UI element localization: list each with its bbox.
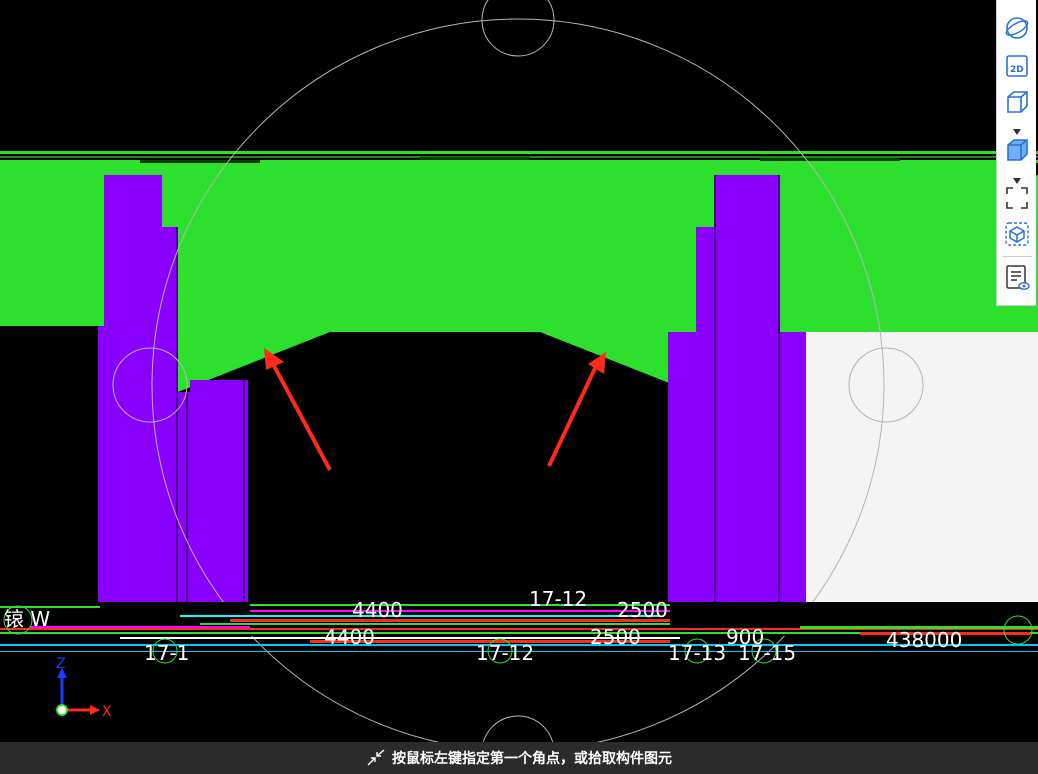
view-toolbar: 2D bbox=[996, 0, 1036, 306]
model-scene[interactable]: 4400 17-12 2500 4400 2500 900 438000 17-… bbox=[0, 0, 1038, 742]
svg-text:2D: 2D bbox=[1010, 65, 1024, 75]
cad-3d-viewport[interactable]: 4400 17-12 2500 4400 2500 900 438000 17-… bbox=[0, 0, 1038, 742]
dim-438000: 438000 bbox=[886, 628, 962, 652]
z-axis-label: Z bbox=[56, 656, 66, 672]
status-bar: 按鼠标左键指定第一个角点，或拾取构件图元 bbox=[0, 742, 1038, 774]
toolbar-separator bbox=[1002, 256, 1032, 257]
column-left-inner[interactable] bbox=[162, 227, 178, 632]
axis-indicator: Z X bbox=[56, 656, 112, 720]
axis-label-left: 锿 W bbox=[4, 607, 50, 631]
dim-2500-bottom: 2500 bbox=[590, 625, 641, 649]
axis-label-17-1: 17-1 bbox=[144, 641, 189, 665]
dim-17-12-top: 17-12 bbox=[529, 587, 587, 611]
shaded-view-button[interactable] bbox=[1003, 136, 1031, 164]
column-right-outer[interactable] bbox=[714, 175, 778, 632]
shaded-view-dropdown[interactable] bbox=[1012, 170, 1022, 184]
3d-view-icon bbox=[1007, 91, 1028, 113]
2d-view-icon: 2D bbox=[1006, 55, 1028, 77]
properties-view-icon bbox=[1006, 265, 1030, 290]
3d-view-dropdown[interactable] bbox=[1012, 121, 1022, 135]
column-left-face[interactable] bbox=[190, 380, 248, 632]
zoom-extent-button[interactable] bbox=[1003, 184, 1031, 212]
3d-view-button[interactable] bbox=[1003, 88, 1031, 116]
axis-label-17-15: 17-15 bbox=[738, 641, 796, 665]
dim-4400-top: 4400 bbox=[352, 598, 403, 622]
beam-top-band[interactable] bbox=[104, 163, 1030, 175]
beam-left[interactable] bbox=[0, 163, 104, 326]
axis-label-17-13: 17-13 bbox=[668, 641, 726, 665]
chevron-down-icon bbox=[1013, 129, 1021, 135]
dim-2500-top: 2500 bbox=[617, 598, 668, 622]
view-cube-icon bbox=[1005, 222, 1029, 246]
column-left-outer[interactable] bbox=[104, 175, 162, 632]
2d-view-button[interactable]: 2D bbox=[1003, 52, 1031, 80]
column-right-face[interactable] bbox=[668, 332, 696, 632]
status-message: 按鼠标左键指定第一个角点，或拾取构件图元 bbox=[392, 751, 672, 767]
beam-center-upper[interactable] bbox=[162, 175, 714, 227]
zoom-extent-icon bbox=[1006, 187, 1028, 209]
orbit-icon bbox=[1005, 17, 1029, 39]
x-axis-label: X bbox=[102, 704, 112, 720]
pick-corner-icon bbox=[366, 749, 386, 767]
orbit-button[interactable] bbox=[1003, 14, 1031, 42]
shaded-view-icon bbox=[1007, 139, 1028, 161]
axis-origin bbox=[56, 704, 68, 716]
x-axis-arrow bbox=[90, 705, 100, 715]
view-cube-button[interactable] bbox=[1003, 220, 1031, 248]
axis-label-17-12: 17-12 bbox=[476, 641, 534, 665]
slab-edge-lines bbox=[0, 151, 1038, 163]
dim-4400-bottom: 4400 bbox=[324, 625, 375, 649]
properties-view-button[interactable] bbox=[1003, 264, 1031, 292]
